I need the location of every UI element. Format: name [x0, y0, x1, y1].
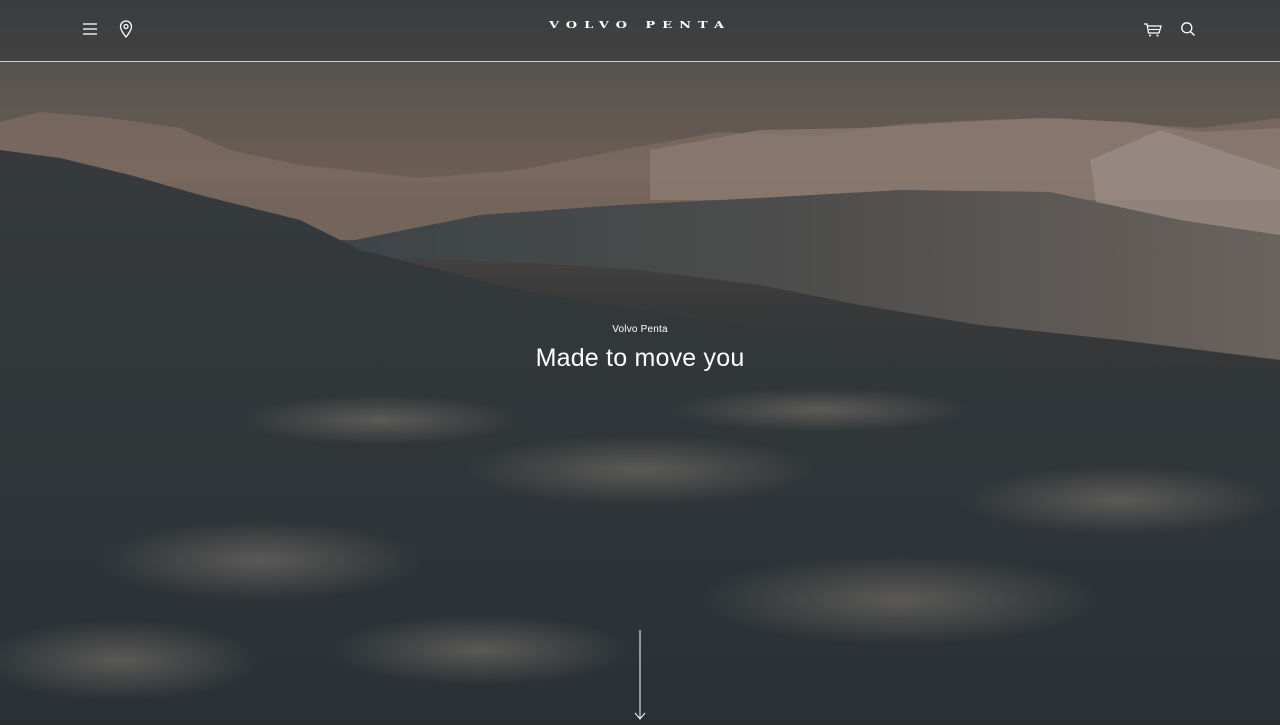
menu-button[interactable]	[79, 18, 101, 40]
hamburger-menu-icon	[83, 23, 97, 35]
scroll-down-button[interactable]	[632, 630, 648, 720]
hero-headline: Made to move you	[535, 344, 745, 372]
search-icon	[1181, 22, 1195, 36]
hero-eyebrow: Volvo Penta	[612, 324, 668, 335]
location-button[interactable]	[115, 18, 137, 40]
volvo-penta-logo[interactable]: VOLVO PENTA	[520, 20, 760, 34]
search-button[interactable]	[1177, 18, 1199, 40]
map-pin-icon	[119, 20, 133, 38]
cart-button[interactable]	[1142, 18, 1164, 40]
site-header: VOLVO PENTA	[0, 0, 1280, 62]
shopping-cart-icon	[1144, 23, 1162, 37]
arrow-down-icon	[634, 630, 646, 720]
